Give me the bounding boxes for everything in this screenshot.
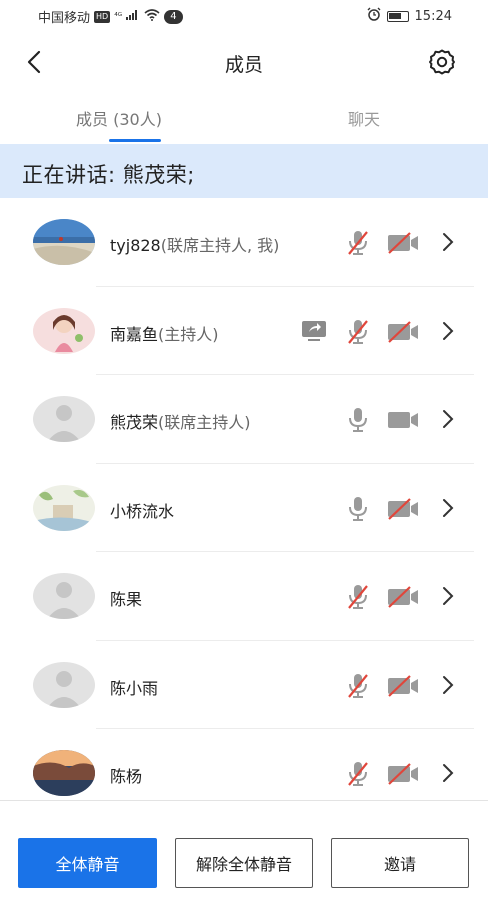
chevron-right-icon[interactable] [440,674,456,696]
tab-bar: 成员 (30人) 聊天 [0,96,488,142]
invite-button[interactable]: 邀请 [331,838,469,888]
member-name: 小桥流水 [110,498,174,522]
member-name: 陈果 [110,586,142,610]
member-name-text: 陈杨 [110,767,143,786]
chevron-left-icon [27,50,41,74]
member-name-text: tyj828 [110,236,161,255]
mic-icon[interactable] [346,495,370,523]
clock-time: 15:24 [414,8,452,24]
battery-icon [386,10,409,22]
member-name: tyj828(联席主持人, 我) [110,232,279,256]
camera-off-icon[interactable] [386,763,420,785]
unmute-all-button[interactable]: 解除全体静音 [175,838,313,888]
signal-icon [126,9,140,24]
status-left: 中国移动 HD ⁴ᴳ 4 [38,7,183,26]
member-name-text: 陈果 [110,590,143,609]
member-name: 陈杨 [110,763,142,787]
speaking-text: 正在讲话: 熊茂荣; [22,163,195,187]
member-name-text: 陈小雨 [110,678,159,698]
mute-all-button[interactable]: 全体静音 [18,838,157,888]
notification-badge: 4 [164,9,183,24]
member-name: 陈小雨 [110,675,158,699]
member-role: (联席主持人) [158,413,251,432]
chevron-right-icon[interactable] [440,497,456,519]
member-name: 熊茂荣(联席主持人) [110,409,251,433]
member-row[interactable]: 陈小雨 [0,641,488,729]
mic-muted-icon[interactable] [346,318,370,346]
camera-off-icon[interactable] [386,586,420,608]
member-name-text: 熊茂荣 [110,413,159,432]
member-row[interactable]: 南嘉鱼(主持人) [0,287,488,375]
alarm-icon [367,7,381,25]
mic-icon[interactable] [346,406,370,434]
member-row[interactable]: tyj828(联席主持人, 我) [0,198,488,287]
status-right: 15:24 [367,7,452,25]
member-name: 南嘉鱼(主持人) [110,321,219,345]
status-bar: 中国移动 HD ⁴ᴳ 4 15:24 [0,0,488,30]
camera-off-icon[interactable] [386,497,420,520]
camera-off-icon[interactable] [386,320,420,343]
speaking-banner: 正在讲话: 熊茂荣; [0,144,488,198]
member-list: tyj828(联席主持人, 我) 南嘉鱼(主持人) 熊茂荣(联席主持人) 小桥流… [0,198,488,818]
avatar [33,661,95,708]
mic-muted-icon[interactable] [346,672,370,700]
gear-icon [429,49,455,75]
member-row[interactable]: 熊茂荣(联席主持人) [0,375,488,464]
nav-bar: 成员 [0,36,488,88]
tab-active-indicator [109,139,161,142]
network-label: ⁴ᴳ [114,11,123,22]
back-button[interactable] [18,46,50,78]
avatar [33,484,95,531]
carrier-label: 中国移动 [38,11,91,26]
member-name-text: 南嘉鱼 [110,324,159,344]
avatar [33,396,95,442]
page-title: 成员 [224,54,263,76]
avatar [33,307,95,354]
chevron-right-icon[interactable] [440,231,456,253]
camera-off-icon[interactable] [386,232,420,254]
mic-muted-icon[interactable] [346,583,370,611]
wifi-icon [144,8,160,25]
tab-members[interactable]: 成员 (30人) [76,106,162,130]
camera-icon[interactable] [386,409,420,431]
mic-muted-icon[interactable] [346,760,370,788]
avatar [33,573,95,619]
chevron-right-icon[interactable] [440,320,456,342]
tab-chat[interactable]: 聊天 [348,106,380,130]
chevron-right-icon[interactable] [440,408,456,430]
member-role: (联席主持人, 我) [160,236,280,255]
member-name-text: 小桥流水 [110,501,175,521]
settings-button[interactable] [426,46,458,78]
screen-share-icon[interactable] [300,319,328,343]
member-row[interactable]: 小桥流水 [0,464,488,552]
hd-badge: HD [94,10,111,23]
member-row[interactable]: 陈果 [0,552,488,641]
avatar [33,219,95,265]
mic-muted-icon[interactable] [346,229,370,257]
chevron-right-icon[interactable] [440,762,456,784]
avatar [33,750,95,796]
camera-off-icon[interactable] [386,674,420,697]
member-role: (主持人) [158,324,219,344]
chevron-right-icon[interactable] [440,585,456,607]
